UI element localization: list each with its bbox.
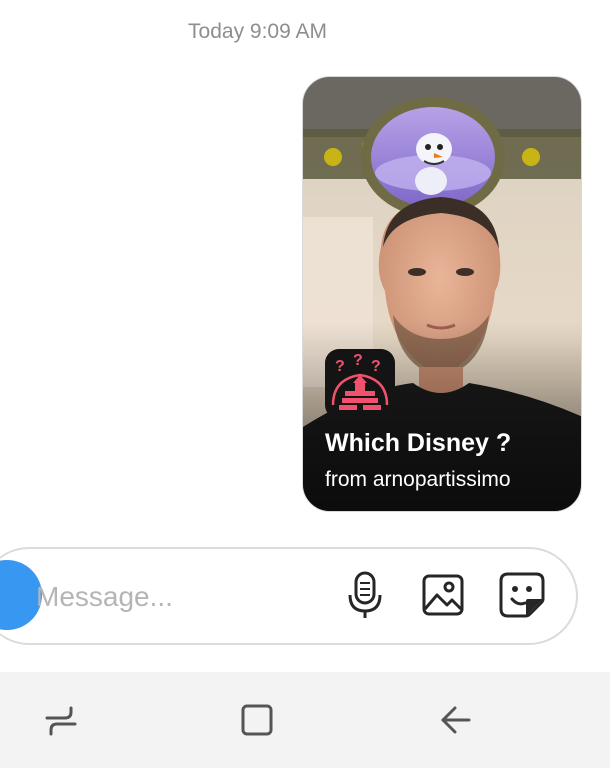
direct-message-screen: Today 9:09 AM ? ? ? Which Disney ? from …: [0, 0, 610, 768]
svg-text:?: ?: [353, 352, 363, 369]
gallery-icon[interactable]: [416, 568, 470, 622]
message-input[interactable]: [36, 576, 296, 618]
back-icon[interactable]: [430, 695, 480, 745]
sticker-icon[interactable]: [495, 568, 549, 622]
recent-apps-icon[interactable]: [36, 695, 86, 745]
effect-creator: from arnopartissimo: [325, 468, 511, 491]
castle-question-icon: ? ? ?: [325, 349, 395, 419]
svg-text:?: ?: [371, 358, 381, 375]
home-icon[interactable]: [232, 695, 282, 745]
message-timestamp: Today 9:09 AM: [188, 20, 327, 43]
shared-effect-card[interactable]: ? ? ? Which Disney ? from arnopartissimo: [302, 76, 582, 512]
microphone-icon[interactable]: [338, 568, 392, 622]
system-navigation-bar: [0, 672, 610, 768]
effect-title: Which Disney ?: [325, 429, 512, 457]
svg-text:?: ?: [335, 358, 345, 375]
